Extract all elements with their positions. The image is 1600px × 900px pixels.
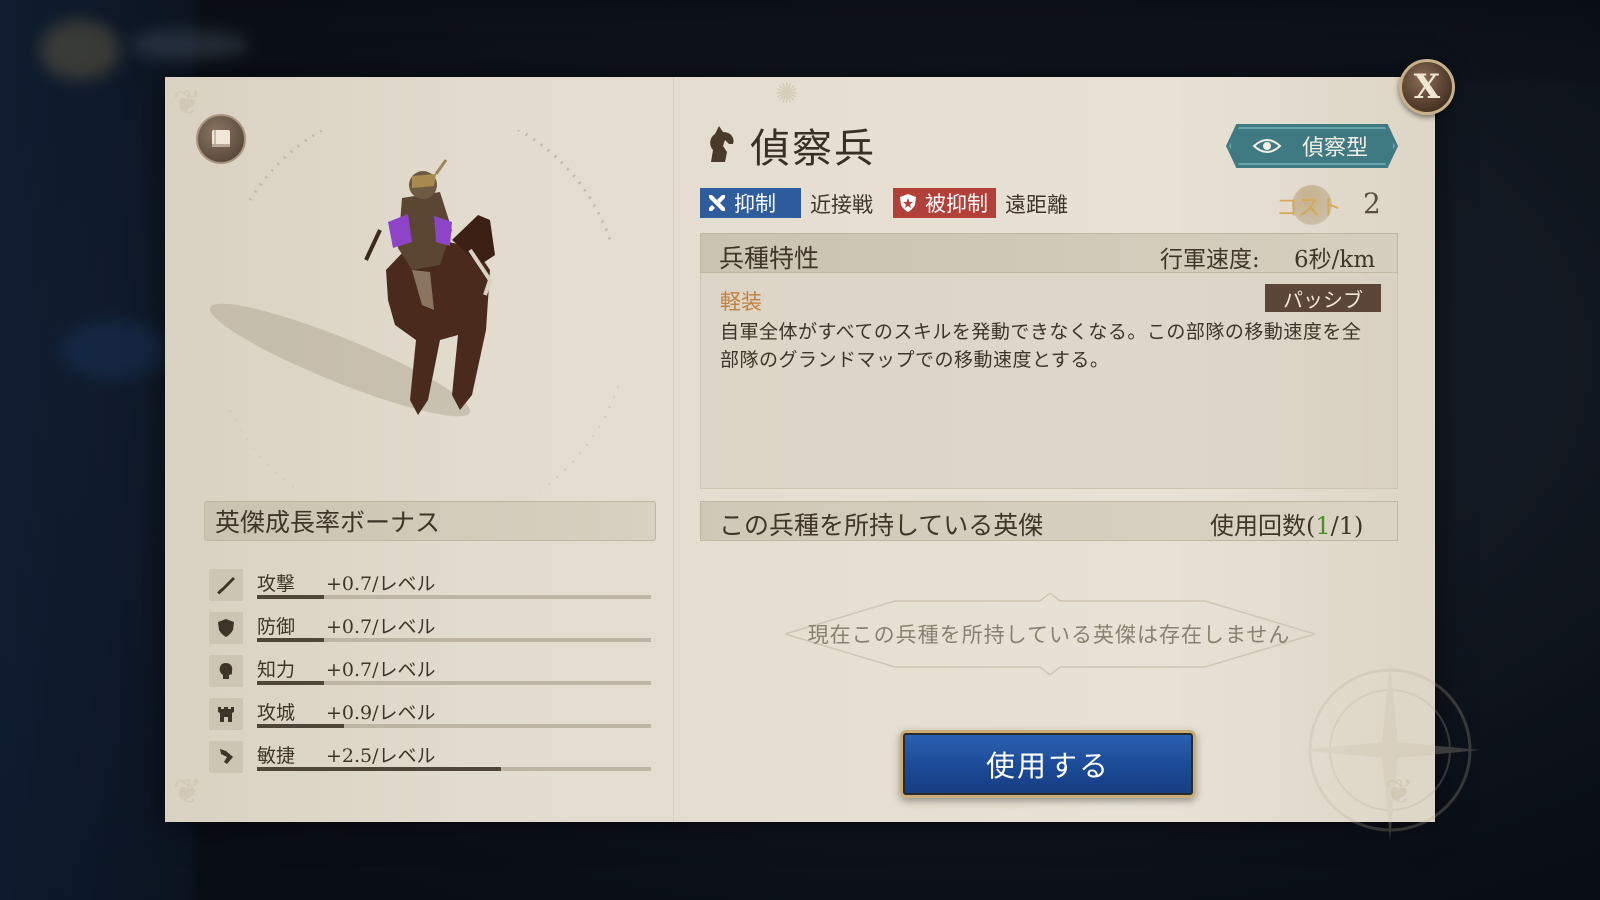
stat-row-agility: 敏捷 +2.5/レベル [209, 739, 651, 777]
march-speed-value: 6秒/km [1294, 247, 1376, 273]
stat-bar [257, 638, 651, 642]
background-blur-shape [40, 20, 120, 80]
usage-total: 1 [1338, 512, 1355, 540]
cost-value: 2 [1363, 187, 1381, 220]
stat-value: +0.7/レベル [326, 659, 436, 681]
panel-divider [673, 77, 674, 822]
suppress-badge: 抑制 [700, 188, 801, 218]
stat-bar-fill [257, 595, 324, 599]
background-blur-shape [130, 30, 250, 60]
stat-label: 防御 [257, 616, 296, 638]
use-button[interactable]: 使用する [900, 730, 1196, 798]
stat-value: +0.9/レベル [326, 702, 436, 724]
unit-traits-title: 兵種特性 [719, 244, 820, 273]
suppressed-badge: 被抑制 [893, 188, 996, 218]
stat-value: +2.5/レベル [326, 745, 436, 767]
suppress-target: 近接戦 [810, 193, 873, 217]
head-icon [209, 655, 243, 687]
background-blur-shape [60, 320, 170, 380]
stat-bar-fill [257, 638, 324, 642]
owning-heroes-title: この兵種を所持している英傑 [719, 511, 1044, 540]
cost-label: コスト [1276, 196, 1343, 221]
stat-value: +0.7/レベル [326, 616, 436, 638]
stat-bar-fill [257, 724, 344, 728]
stat-label: 攻城 [257, 702, 296, 724]
suppress-label: 抑制 [734, 192, 776, 216]
tower-icon [209, 698, 243, 730]
usage-count-label: 使用回数 [1210, 512, 1306, 540]
stat-bar [257, 724, 651, 728]
top-crest-icon: ✺ [775, 77, 799, 110]
corner-ornament-icon: ❦ [173, 772, 202, 812]
usage-open-paren: ( [1306, 512, 1316, 540]
stat-value: +0.7/レベル [326, 573, 436, 595]
stat-label: 知力 [257, 659, 296, 681]
passive-tag: パッシブ [1265, 284, 1381, 312]
suppressed-target: 遠距離 [1005, 193, 1068, 217]
shield-star-icon [900, 194, 916, 212]
usage-count: 使用回数(1/1) [1210, 506, 1363, 541]
shield-icon [209, 612, 243, 644]
compass-watermark-icon [1300, 660, 1480, 840]
stat-row-intellect: 知力 +0.7/レベル [209, 653, 651, 691]
usage-separator: / [1330, 512, 1339, 540]
stat-bar [257, 595, 651, 599]
usage-close-paren: ) [1354, 512, 1364, 540]
empty-heroes-message: 現在この兵種を所持している英傑は存在しません [807, 623, 1291, 647]
close-button[interactable]: X [1399, 59, 1455, 115]
skill-description: 自軍全体がすべてのスキルを発動できなくなる。この部隊の移動速度を全部隊のグランド… [720, 321, 1362, 371]
unit-type-tag-border [1229, 127, 1395, 165]
march-speed-label: 行軍速度: [1160, 247, 1260, 273]
growth-bonus-header: 英傑成長率ボーナス [204, 501, 656, 541]
skill-name: 軽装 [720, 290, 762, 314]
unit-name: 偵察兵 [750, 126, 876, 172]
stat-bar [257, 681, 651, 685]
stat-label: 攻撃 [257, 573, 296, 595]
stat-bar [257, 767, 651, 771]
growth-bonus-title: 英傑成長率ボーナス [215, 508, 441, 537]
stat-row-defense: 防御 +0.7/レベル [209, 610, 651, 648]
stat-label: 敏捷 [257, 745, 296, 767]
stat-bar-fill [257, 767, 502, 771]
stat-bar-fill [257, 681, 324, 685]
crossed-swords-icon [709, 195, 725, 211]
sword-icon [209, 569, 243, 601]
boot-icon [209, 741, 243, 773]
stat-row-siege: 攻城 +0.9/レベル [209, 696, 651, 734]
stat-row-attack: 攻撃 +0.7/レベル [209, 567, 651, 605]
scout-cavalry-figure [209, 130, 621, 490]
cavalry-horse-icon [710, 126, 734, 162]
corner-ornament-icon: ❦ [173, 83, 202, 123]
usage-current: 1 [1315, 512, 1331, 540]
suppressed-label: 被抑制 [925, 192, 988, 216]
